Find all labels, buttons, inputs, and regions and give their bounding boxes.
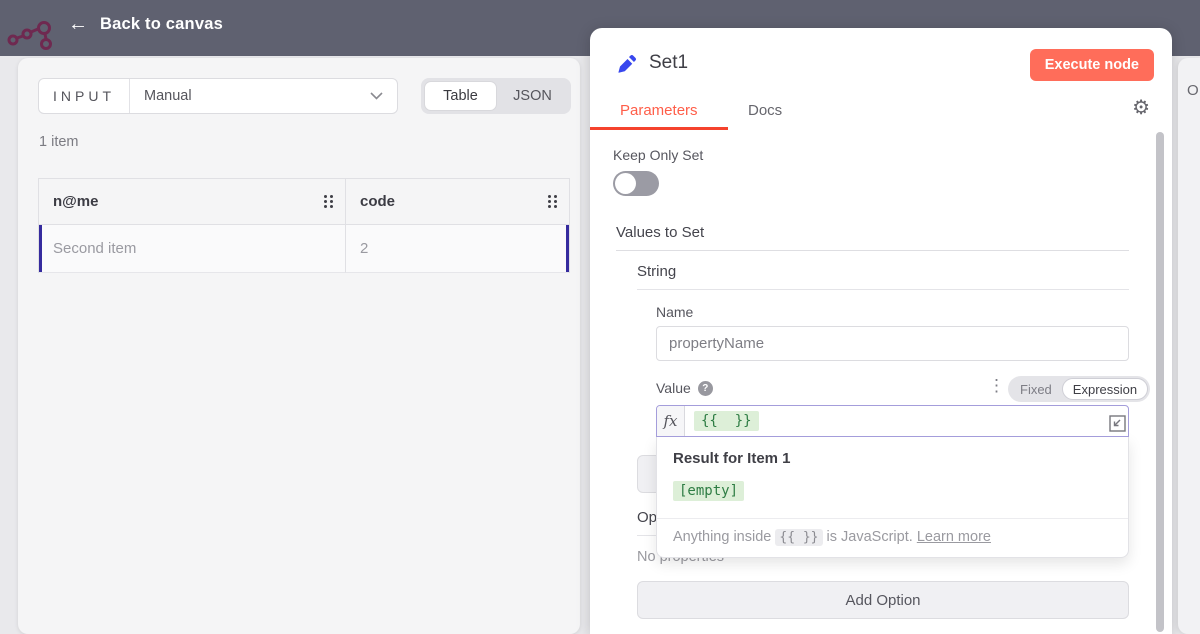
- toggle-knob: [615, 173, 636, 194]
- tab-json[interactable]: JSON: [497, 81, 568, 111]
- input-data-table: n@me code Second item 2: [38, 178, 570, 273]
- back-arrow-icon: ←: [68, 14, 88, 34]
- drag-handle-icon[interactable]: [548, 195, 557, 209]
- input-source-value: Manual: [130, 88, 370, 104]
- back-to-canvas-button[interactable]: ← Back to canvas: [68, 14, 223, 34]
- table-header-row: n@me code: [39, 179, 569, 225]
- column-header-name: n@me: [39, 179, 346, 225]
- name-input[interactable]: [656, 326, 1129, 361]
- tab-table[interactable]: Table: [424, 81, 497, 111]
- input-label: INPUT: [39, 79, 130, 113]
- column-header-code: code: [346, 179, 569, 225]
- n8n-logo-icon: [4, 12, 58, 57]
- result-title: Result for Item 1: [657, 437, 1128, 467]
- scrollbar-thumb[interactable]: [1156, 132, 1164, 632]
- row-selection-bar: [566, 225, 569, 272]
- mode-fixed[interactable]: Fixed: [1010, 378, 1062, 400]
- learn-more-link[interactable]: Learn more: [917, 529, 991, 545]
- keep-only-set-label: Keep Only Set: [613, 147, 703, 163]
- keep-only-set-toggle[interactable]: [613, 171, 659, 196]
- kebab-menu-icon[interactable]: ⋮: [988, 376, 1002, 396]
- values-to-set-heading: Values to Set: [616, 224, 1129, 251]
- node-title: Set1: [649, 52, 688, 74]
- expression-hint: Anything inside {{ }} is JavaScript. Lea…: [657, 518, 1128, 557]
- active-tab-underline: [590, 127, 728, 130]
- input-panel: INPUT Manual Table JSON 1 item n@me code…: [18, 58, 580, 634]
- table-row: Second item 2: [39, 225, 569, 273]
- table-cell-name: Second item: [39, 225, 346, 273]
- expression-value: {{ }}: [694, 411, 759, 431]
- output-panel-edge: O: [1178, 58, 1200, 634]
- gear-icon[interactable]: ⚙: [1132, 98, 1150, 118]
- input-source-select[interactable]: INPUT Manual: [38, 78, 398, 114]
- table-json-toggle: Table JSON: [421, 78, 571, 114]
- chevron-down-icon: [370, 87, 383, 105]
- drag-handle-icon[interactable]: [324, 195, 333, 209]
- result-value: [empty]: [673, 481, 744, 501]
- name-field-label: Name: [656, 304, 693, 320]
- help-icon[interactable]: ?: [698, 381, 713, 396]
- tab-bar: Parameters Docs ⚙: [590, 98, 1172, 130]
- fx-icon: fx: [657, 406, 685, 436]
- expression-input[interactable]: fx {{ }}: [656, 405, 1129, 437]
- tab-parameters[interactable]: Parameters: [620, 102, 698, 119]
- expand-expression-icon[interactable]: [1109, 415, 1126, 432]
- fixed-expression-toggle: Fixed Expression: [1008, 376, 1150, 402]
- row-selection-bar: [39, 225, 42, 272]
- execute-node-button[interactable]: Execute node: [1030, 49, 1154, 81]
- output-partial-letter: O: [1187, 82, 1199, 99]
- edit-pencil-icon[interactable]: [618, 54, 637, 73]
- expression-result-dropdown: Result for Item 1 [empty] Anything insid…: [656, 437, 1129, 558]
- back-label: Back to canvas: [100, 15, 223, 34]
- value-field-label: Value: [656, 380, 691, 396]
- node-details-panel: Set1 Execute node Parameters Docs ⚙ Keep…: [590, 28, 1172, 634]
- mode-expression[interactable]: Expression: [1062, 378, 1148, 400]
- string-section-heading: String: [637, 263, 1129, 290]
- add-option-button[interactable]: Add Option: [637, 581, 1129, 619]
- items-count: 1 item: [39, 134, 79, 150]
- braces-code-chip: {{ }}: [775, 529, 822, 546]
- tab-docs[interactable]: Docs: [748, 102, 782, 119]
- table-cell-code: 2: [346, 225, 569, 273]
